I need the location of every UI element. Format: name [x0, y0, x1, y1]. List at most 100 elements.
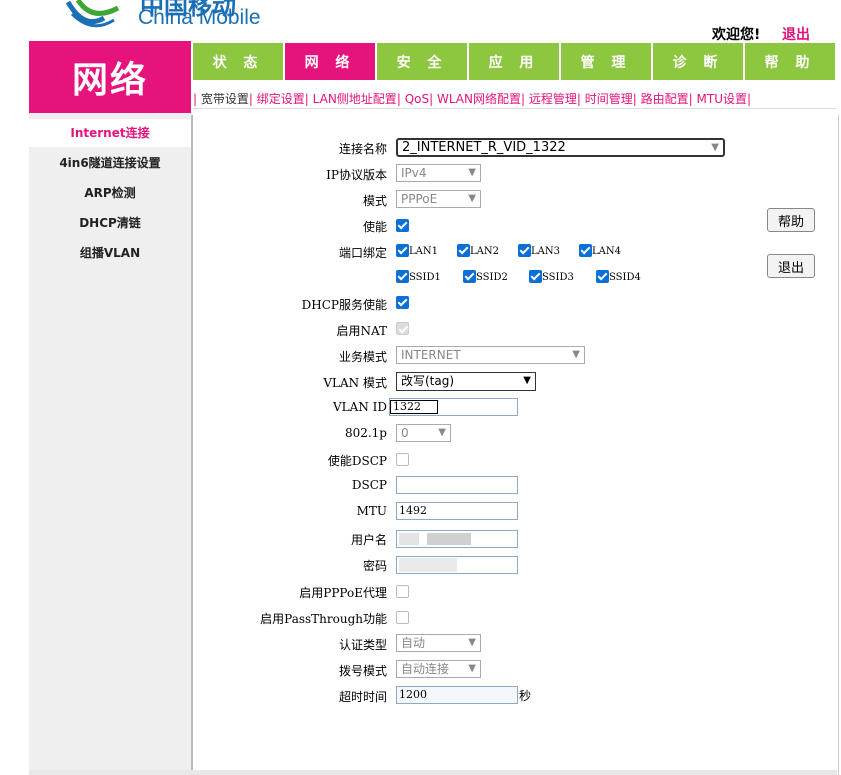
redacted-block — [399, 558, 457, 572]
auth-type-value: 自动 — [401, 636, 426, 650]
tab-diagnosis[interactable]: 诊 断 — [653, 43, 743, 80]
help-button[interactable]: 帮助 — [767, 208, 815, 232]
chevron-down-icon: ▼ — [468, 637, 476, 648]
dscp-label: DSCP — [351, 478, 387, 492]
main-panel: 连接名称 2_INTERNET_R_VID_1322 ▼ IP协议版本 IPv4 ▼… — [191, 115, 839, 775]
ssid1-checkbox[interactable] — [396, 270, 409, 283]
timeout-label: 超时时间 — [338, 690, 387, 704]
subnav-broadband[interactable]: 宽带设置 — [201, 92, 249, 106]
conn-name-select[interactable]: 2_INTERNET_R_VID_1322 ▼ — [396, 138, 725, 157]
dot1p-select[interactable]: 0 ▼ — [396, 424, 451, 442]
dot1p-label: 802.1p — [344, 426, 387, 440]
password-label: 密码 — [362, 559, 387, 573]
tab-help[interactable]: 帮 助 — [745, 43, 835, 80]
welcome-text: 欢迎您! — [712, 27, 761, 43]
tab-network[interactable]: 网 络 — [285, 43, 375, 80]
subnav-binding[interactable]: 绑定设置 — [257, 92, 305, 106]
vlan-mode-value: 改写(tag) — [401, 374, 455, 388]
username-label: 用户名 — [350, 533, 387, 547]
enable-checkbox[interactable] — [396, 219, 409, 232]
china-mobile-logo-icon — [65, 0, 120, 28]
chevron-down-icon: ▼ — [468, 193, 476, 204]
nat-checkbox[interactable] — [396, 322, 409, 335]
tab-management[interactable]: 管 理 — [561, 43, 651, 80]
bottom-scrollbar[interactable] — [29, 770, 837, 775]
passthrough-label: 启用PassThrough功能 — [260, 612, 387, 626]
vlan-id-value: 1322 — [390, 400, 438, 414]
ssid2-label: SSID2 — [476, 272, 508, 283]
mode-label: 模式 — [362, 194, 387, 208]
nat-label: 启用NAT — [336, 324, 387, 338]
pppoe-proxy-checkbox[interactable] — [396, 585, 409, 598]
sidebar-item-arp[interactable]: ARP检测 — [29, 179, 191, 207]
lan4-checkbox[interactable] — [579, 244, 592, 257]
mode-select[interactable]: PPPoE ▼ — [396, 190, 481, 208]
subnav-qos[interactable]: QoS — [405, 92, 429, 106]
ip-version-select[interactable]: IPv4 ▼ — [396, 164, 481, 182]
vlan-id-input[interactable]: 1322 — [389, 398, 518, 416]
auth-type-select[interactable]: 自动 ▼ — [396, 634, 481, 652]
chevron-down-icon: ▼ — [711, 142, 719, 153]
subnav-time[interactable]: 时间管理 — [585, 92, 633, 106]
chevron-down-icon: ▼ — [438, 427, 446, 438]
exit-button[interactable]: 退出 — [767, 254, 815, 278]
service-mode-label: 业务模式 — [338, 350, 387, 364]
lan3-checkbox[interactable] — [518, 244, 531, 257]
conn-name-label: 连接名称 — [338, 142, 387, 156]
sidebar-item-4in6[interactable]: 4in6隧道连接设置 — [29, 149, 191, 177]
ssid1-label: SSID1 — [409, 272, 441, 283]
conn-name-value: 2_INTERNET_R_VID_1322 — [402, 140, 566, 155]
sidebar-item-internet[interactable]: Internet连接 — [29, 119, 191, 147]
ssid3-label: SSID3 — [542, 272, 574, 283]
ip-version-label: IP协议版本 — [326, 168, 387, 182]
dscp-enable-label: 使能DSCP — [327, 454, 387, 468]
sidebar-item-dhcp[interactable]: DHCP清链 — [29, 209, 191, 237]
tab-application[interactable]: 应 用 — [469, 43, 559, 80]
dscp-input[interactable] — [396, 476, 518, 494]
dial-mode-select[interactable]: 自动连接 ▼ — [396, 660, 481, 678]
redacted-block — [399, 533, 419, 545]
logout-link[interactable]: 退出 — [782, 24, 810, 44]
top-navigation: 状 态 网 络 安 全 应 用 管 理 诊 断 帮 助 — [193, 43, 835, 80]
sidebar-item-multicast-vlan[interactable]: 组播VLAN — [29, 239, 191, 267]
tab-status[interactable]: 状 态 — [193, 43, 283, 80]
vlan-mode-select[interactable]: 改写(tag) ▼ — [396, 372, 536, 391]
password-input[interactable] — [396, 556, 518, 574]
tab-security[interactable]: 安 全 — [377, 43, 467, 80]
redacted-block — [427, 533, 471, 545]
ssid2-checkbox[interactable] — [463, 270, 476, 283]
lan2-checkbox[interactable] — [457, 244, 470, 257]
mtu-input[interactable]: 1492 — [396, 502, 518, 520]
ssid3-checkbox[interactable] — [529, 270, 542, 283]
subnav-route[interactable]: 路由配置 — [641, 92, 689, 106]
subnav-remote[interactable]: 远程管理 — [529, 92, 577, 106]
timeout-unit: 秒 — [519, 689, 532, 703]
timeout-input[interactable]: 1200 — [396, 686, 518, 704]
vlan-id-label: VLAN ID — [333, 400, 387, 414]
lan3-label: LAN3 — [531, 246, 560, 257]
lan1-label: LAN1 — [409, 246, 438, 257]
chevron-down-icon: ▼ — [572, 349, 580, 360]
ssid4-label: SSID4 — [609, 272, 641, 283]
service-mode-value: INTERNET — [401, 348, 461, 362]
header-divider — [193, 108, 836, 109]
sub-navigation: | 宽带设置| 绑定设置| LAN侧地址配置| QoS| WLAN网络配置| 远… — [193, 92, 752, 106]
subnav-mtu[interactable]: MTU设置 — [697, 92, 747, 106]
dot1p-value: 0 — [401, 426, 409, 440]
service-mode-select[interactable]: INTERNET ▼ — [396, 346, 585, 364]
auth-type-label: 认证类型 — [338, 638, 387, 652]
dscp-enable-checkbox[interactable] — [396, 453, 409, 466]
lan2-label: LAN2 — [470, 246, 499, 257]
ip-version-value: IPv4 — [401, 166, 427, 180]
dhcp-checkbox[interactable] — [396, 296, 409, 309]
passthrough-checkbox[interactable] — [396, 611, 409, 624]
ssid4-checkbox[interactable] — [596, 270, 609, 283]
pppoe-proxy-label: 启用PPPoE代理 — [299, 586, 387, 600]
lan1-checkbox[interactable] — [396, 244, 409, 257]
chevron-down-icon: ▼ — [468, 167, 476, 178]
subnav-lan-address[interactable]: LAN侧地址配置 — [313, 92, 397, 106]
subnav-wlan[interactable]: WLAN网络配置 — [437, 92, 521, 106]
dial-mode-label: 拨号模式 — [338, 664, 387, 678]
username-input[interactable] — [396, 530, 518, 548]
chevron-down-icon: ▼ — [468, 663, 476, 674]
